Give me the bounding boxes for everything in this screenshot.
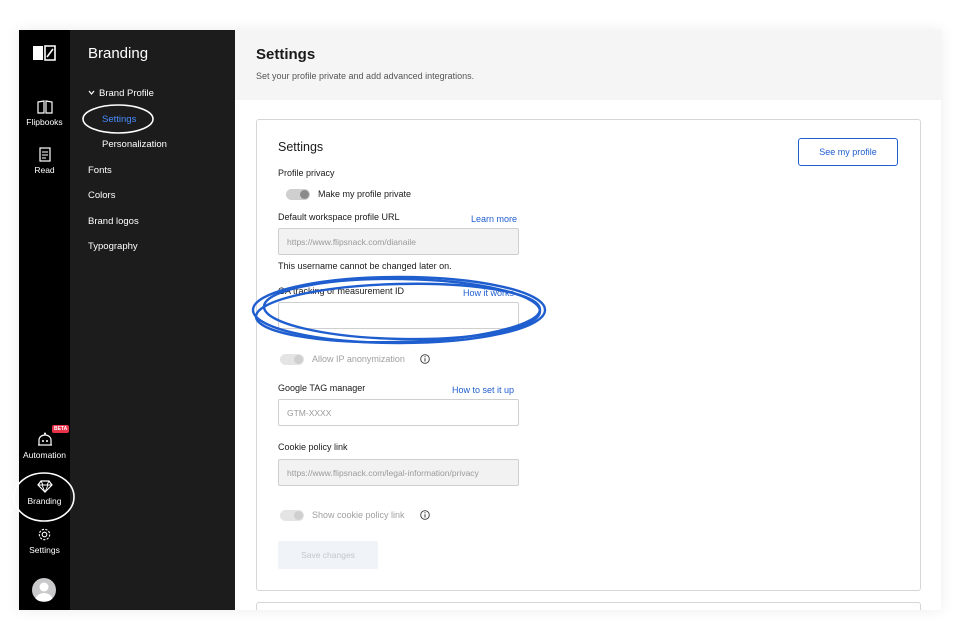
ip-anonymization-label: Allow IP anonymization	[312, 354, 405, 364]
cookie-policy-field[interactable]	[278, 459, 519, 486]
book-icon	[36, 100, 53, 114]
user-icon	[35, 582, 53, 601]
private-profile-toggle-label: Make my profile private	[318, 189, 412, 199]
info-icon[interactable]	[420, 354, 430, 364]
sidebar-title: Branding	[88, 45, 149, 62]
toggle-knob	[300, 190, 309, 199]
ga-id-label: GA tracking or measurement ID	[278, 286, 405, 296]
sidebar-group-brand-profile[interactable]: Brand Profile	[99, 88, 154, 99]
main-content: Settings Set your profile private and ad…	[235, 30, 941, 610]
rail-item-automation[interactable]: Automation	[19, 432, 70, 460]
workspace-url-label: Default workspace profile URL	[278, 212, 400, 222]
cookie-policy-label: Cookie policy link	[278, 442, 348, 452]
ga-id-input[interactable]	[278, 302, 519, 329]
sidebar-item-fonts[interactable]: Fonts	[88, 165, 112, 176]
page-header: Settings Set your profile private and ad…	[235, 30, 941, 100]
app-window: Flipbooks Read Automation BETA Branding …	[19, 30, 941, 610]
secondary-card	[256, 602, 921, 610]
see-my-profile-button[interactable]: See my profile	[798, 138, 898, 166]
card-title: Settings	[278, 140, 324, 154]
chevron-down-icon[interactable]	[88, 89, 95, 96]
icon-rail: Flipbooks Read Automation BETA Branding …	[19, 30, 70, 610]
rail-item-label: Branding	[27, 496, 62, 506]
how-it-works-link[interactable]: How it works	[463, 288, 514, 298]
rail-item-label: Flipbooks	[26, 117, 63, 127]
rail-item-label: Automation	[23, 450, 66, 460]
rail-item-read[interactable]: Read	[19, 147, 70, 175]
branding-sidebar: Branding Brand Profile Settings Personal…	[70, 30, 235, 610]
workspace-url-field[interactable]	[278, 228, 519, 255]
gear-icon	[38, 528, 51, 541]
ip-anonymization-toggle[interactable]	[280, 354, 304, 365]
settings-card: Settings See my profile Profile privacy …	[256, 119, 921, 591]
sidebar-item-typography[interactable]: Typography	[88, 241, 138, 252]
rail-item-settings[interactable]: Settings	[19, 527, 70, 555]
rail-item-branding[interactable]: Branding	[19, 480, 70, 506]
beta-badge: BETA	[52, 425, 70, 433]
save-changes-button[interactable]: Save changes	[278, 541, 378, 569]
url-note: This username cannot be changed later on…	[278, 261, 452, 271]
cookie-policy-toggle[interactable]	[280, 510, 304, 521]
document-icon	[38, 147, 51, 162]
how-to-set-it-up-link[interactable]: How to set it up	[452, 385, 514, 395]
learn-more-link[interactable]: Learn more	[471, 214, 517, 224]
rail-item-flipbooks[interactable]: Flipbooks	[19, 100, 70, 127]
rail-item-label: Read	[34, 165, 55, 175]
page-subtitle: Set your profile private and add advance…	[256, 71, 475, 81]
sidebar-item-brand-logos[interactable]: Brand logos	[88, 216, 139, 227]
cookie-policy-toggle-label: Show cookie policy link	[312, 510, 405, 520]
robot-icon	[37, 432, 52, 446]
sidebar-item-settings[interactable]: Settings	[102, 114, 136, 125]
sidebar-item-personalization[interactable]: Personalization	[102, 139, 167, 150]
toggle-knob	[294, 355, 303, 364]
avatar[interactable]	[32, 578, 56, 602]
profile-privacy-label: Profile privacy	[278, 168, 335, 178]
flipsnack-logo-icon[interactable]	[32, 44, 56, 62]
toggle-knob	[294, 511, 303, 520]
private-profile-toggle[interactable]	[286, 189, 310, 200]
rail-item-label: Settings	[29, 545, 60, 555]
gtm-input[interactable]	[278, 399, 519, 426]
info-icon[interactable]	[420, 510, 430, 520]
page-title: Settings	[256, 46, 316, 63]
diamond-icon	[36, 480, 53, 493]
sidebar-item-colors[interactable]: Colors	[88, 190, 115, 201]
gtm-label: Google TAG manager	[278, 383, 366, 393]
